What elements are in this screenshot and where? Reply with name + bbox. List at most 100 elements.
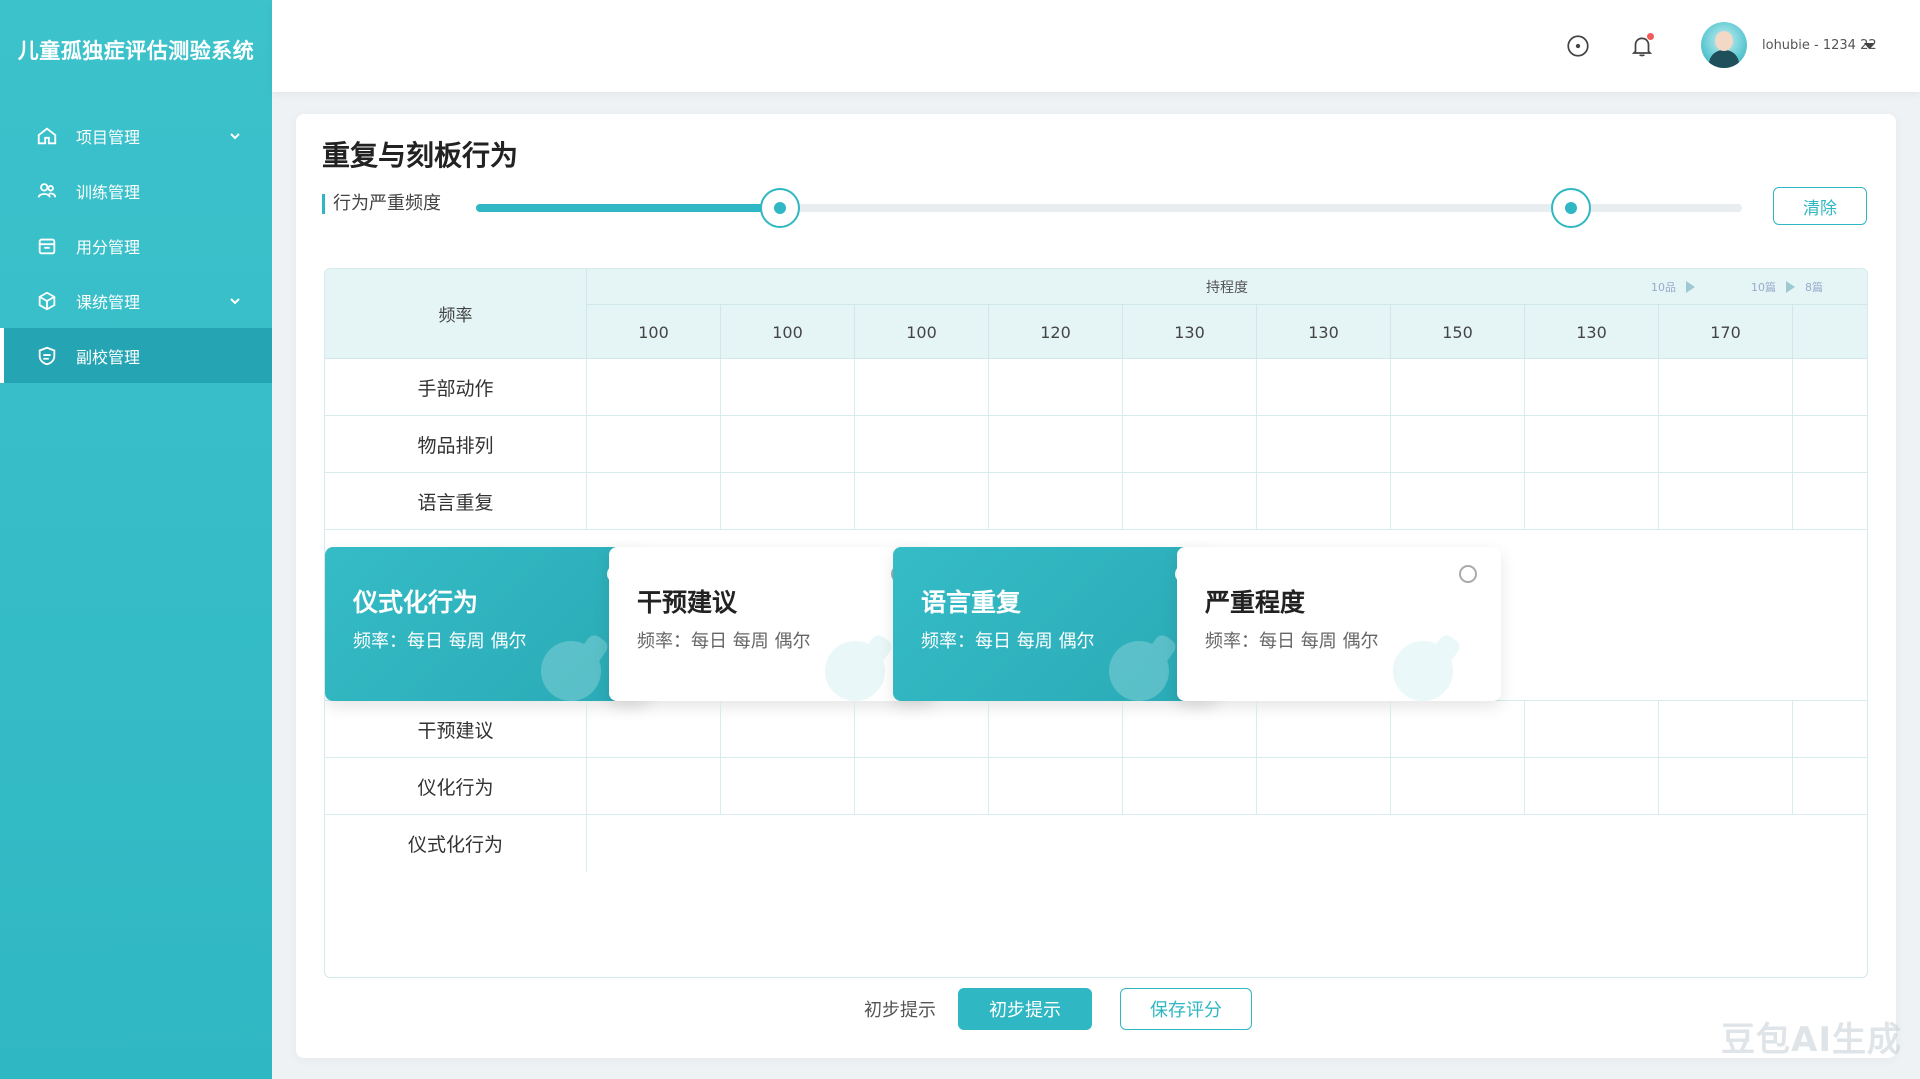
table-cell[interactable]	[1793, 473, 1867, 529]
slider-thumb-high[interactable]	[1551, 188, 1592, 228]
notification-badge	[1647, 33, 1654, 40]
column-tick: 100	[721, 305, 855, 359]
save-score-button[interactable]: 保存评分	[1120, 988, 1252, 1030]
table-cell[interactable]	[721, 416, 855, 472]
table-cell[interactable]	[1257, 416, 1391, 472]
avatar[interactable]	[1701, 22, 1747, 68]
row-label: 仪式化行为	[325, 815, 587, 872]
table-cell[interactable]	[1257, 701, 1391, 757]
watermark: 豆包AI生成	[1721, 1020, 1902, 1060]
column-tick: 100	[587, 305, 721, 359]
table-cell[interactable]	[1525, 473, 1659, 529]
card-title: 干预建议	[637, 588, 738, 617]
decor-icon	[825, 635, 892, 701]
table-cell[interactable]	[721, 473, 855, 529]
table-cell[interactable]	[1123, 359, 1257, 415]
table-cell[interactable]	[587, 701, 721, 757]
clear-button[interactable]: 清除	[1773, 187, 1867, 225]
table-cell[interactable]	[989, 701, 1123, 757]
table-cell[interactable]	[1123, 416, 1257, 472]
table-cell[interactable]	[1793, 359, 1867, 415]
home-icon	[36, 125, 58, 147]
shield-icon	[36, 345, 58, 367]
table-cell[interactable]	[855, 758, 989, 814]
table-cell[interactable]	[855, 701, 989, 757]
table-cell[interactable]	[1793, 701, 1867, 757]
table-cell[interactable]	[587, 473, 721, 529]
table-cell[interactable]	[1659, 701, 1793, 757]
card-intervention[interactable]: 干预建议 频率：每日 每周 偶尔	[609, 547, 933, 701]
table-cell[interactable]	[1391, 359, 1525, 415]
table-cell[interactable]	[721, 359, 855, 415]
table-cell[interactable]	[1793, 758, 1867, 814]
user-name[interactable]: lohubie - 1234 22	[1762, 38, 1877, 53]
table-cell[interactable]	[721, 701, 855, 757]
table-cell[interactable]	[587, 758, 721, 814]
card-title: 仪式化行为	[353, 588, 479, 617]
table-cell[interactable]	[721, 758, 855, 814]
row-label: 干预建议	[325, 701, 587, 757]
sidebar-item-school[interactable]: 副校管理	[0, 328, 272, 383]
card-frequency: 频率：每日 每周 偶尔	[353, 631, 527, 652]
table-cell[interactable]	[989, 473, 1123, 529]
table-cell[interactable]	[989, 416, 1123, 472]
table-cell[interactable]	[1123, 473, 1257, 529]
table-cell[interactable]	[855, 359, 989, 415]
table-cell[interactable]	[1257, 758, 1391, 814]
table-cell[interactable]	[1123, 758, 1257, 814]
table-cell[interactable]	[587, 416, 721, 472]
table-cell[interactable]	[1525, 758, 1659, 814]
table-cell-merged[interactable]	[587, 815, 1867, 872]
column-tick-empty	[1793, 305, 1867, 359]
table-cell[interactable]	[1659, 416, 1793, 472]
table-cell[interactable]	[1793, 416, 1867, 472]
table-cell[interactable]	[855, 416, 989, 472]
table-cell[interactable]	[989, 758, 1123, 814]
table-cell[interactable]	[1525, 416, 1659, 472]
table-row: 干预建议	[325, 701, 1867, 758]
severity-slider[interactable]	[476, 188, 1742, 228]
main-card: 重复与刻板行为 行为严重频度 清除 频率 持程度 10品 10篇 8篇 100 …	[296, 114, 1896, 1058]
table-cell[interactable]	[989, 359, 1123, 415]
notification-bell-icon[interactable]	[1628, 32, 1656, 60]
tick-row: 100 100 100 120 130 130 150 130 170	[587, 305, 1867, 359]
sidebar-item-course[interactable]: 课统管理	[0, 273, 272, 328]
table-cell[interactable]	[1659, 473, 1793, 529]
table-cell[interactable]	[855, 473, 989, 529]
column-tick: 120	[989, 305, 1123, 359]
header-group: 持程度 10品 10篇 8篇 100 100 100 120 130 130 1…	[587, 269, 1867, 359]
preliminary-hint-button[interactable]: 初步提示	[958, 988, 1092, 1030]
table-cell[interactable]	[1257, 359, 1391, 415]
table-cell[interactable]	[1391, 416, 1525, 472]
table-row: 仪化行为	[325, 758, 1867, 815]
table-cell[interactable]	[587, 359, 721, 415]
radio-button[interactable]	[1459, 565, 1477, 583]
table-cell[interactable]	[1391, 473, 1525, 529]
clock-icon[interactable]	[1564, 32, 1592, 60]
sidebar-item-project[interactable]: 项目管理	[0, 108, 272, 163]
card-language-repeat[interactable]: 语言重复 频率：每日 每周 偶尔	[893, 547, 1217, 701]
sidebar-item-score[interactable]: 用分管理	[0, 218, 272, 273]
column-tick: 100	[855, 305, 989, 359]
sidebar-item-training[interactable]: 训练管理	[0, 163, 272, 218]
table-cell[interactable]	[1659, 758, 1793, 814]
play-icon[interactable]	[1786, 281, 1795, 293]
table-cell[interactable]	[1257, 473, 1391, 529]
column-tick: 130	[1525, 305, 1659, 359]
caret-down-icon[interactable]	[1862, 40, 1876, 52]
table-cell[interactable]	[1525, 359, 1659, 415]
slider-fill	[476, 204, 780, 212]
table-cell[interactable]	[1391, 701, 1525, 757]
table-cell[interactable]	[1659, 359, 1793, 415]
table-cell[interactable]	[1525, 701, 1659, 757]
header-control-label: 8篇	[1805, 281, 1823, 294]
sidebar-item-label: 训练管理	[76, 182, 141, 202]
table-cell[interactable]	[1391, 758, 1525, 814]
card-ritual-behavior[interactable]: 仪式化行为 频率：每日 每周 偶尔	[325, 547, 649, 701]
sidebar-item-label: 课统管理	[76, 292, 141, 312]
slider-thumb-low[interactable]	[759, 188, 800, 228]
play-icon[interactable]	[1686, 281, 1695, 293]
card-severity[interactable]: 严重程度 频率：每日 每周 偶尔	[1177, 547, 1501, 701]
decor-icon	[1109, 635, 1176, 701]
table-cell[interactable]	[1123, 701, 1257, 757]
